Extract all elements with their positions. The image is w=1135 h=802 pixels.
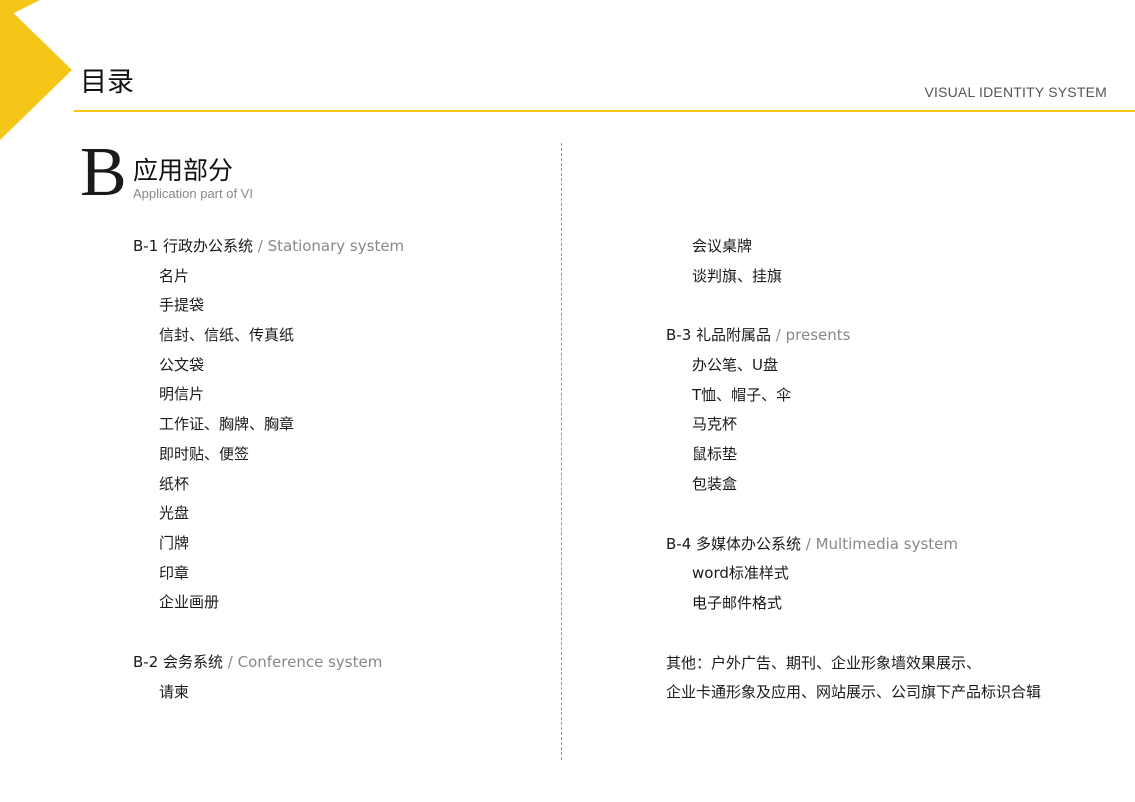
group-other: 其他：户外广告、期刊、企业形象墙效果展示、 企业卡通形象及应用、网站展示、公司旗… bbox=[666, 649, 1041, 708]
list-item: 企业画册 bbox=[159, 593, 220, 612]
group-english: / Multimedia system bbox=[801, 534, 958, 553]
list-item: 请柬 bbox=[159, 682, 190, 701]
column-divider bbox=[561, 143, 562, 760]
list-item: 明信片 bbox=[159, 385, 205, 404]
corner-triangle-fill bbox=[0, 0, 40, 20]
corner-triangle-decoration bbox=[0, 0, 72, 140]
system-label: VISUAL IDENTITY SYSTEM bbox=[924, 84, 1107, 100]
list-item: 纸杯 bbox=[159, 474, 190, 493]
list-item: 门牌 bbox=[159, 533, 190, 552]
group-heading: B-4 多媒体办公系统 / Multimedia system bbox=[666, 530, 1041, 560]
group-english: / presents bbox=[771, 326, 851, 345]
left-column: B-1 行政办公系统 / Stationary system 名片 手提袋 信封… bbox=[133, 232, 404, 737]
group-heading: B-1 行政办公系统 / Stationary system bbox=[133, 232, 404, 262]
list-item: 鼠标垫 bbox=[692, 445, 738, 464]
list-item: 马克杯 bbox=[692, 415, 738, 434]
group-english: / Conference system bbox=[223, 652, 383, 671]
other-text-line: 企业卡通形象及应用、网站展示、公司旗下产品标识合辑 bbox=[666, 683, 1042, 702]
list-item: 光盘 bbox=[159, 504, 190, 523]
list-item: 手提袋 bbox=[159, 296, 205, 315]
list-item: 公文袋 bbox=[159, 355, 205, 374]
list-item: 会议桌牌 bbox=[692, 237, 753, 255]
list-item: word标准样式 bbox=[692, 564, 789, 583]
group-heading: B-3 礼品附属品 / presents bbox=[666, 321, 1041, 351]
list-item: 包装盒 bbox=[692, 474, 738, 493]
group-code: B-3 礼品附属品 bbox=[666, 326, 772, 345]
right-column: 会议桌牌 谈判旗、挂旗 B-3 礼品附属品 / presents 办公笔、U盘 … bbox=[666, 232, 1041, 738]
group-code: B-1 行政办公系统 bbox=[133, 237, 254, 255]
group-heading: B-2 会务系统 / Conference system bbox=[133, 648, 404, 678]
group-b2: B-2 会务系统 / Conference system 请柬 bbox=[133, 648, 404, 707]
section-letter: B bbox=[80, 134, 127, 211]
group-b3: B-3 礼品附属品 / presents 办公笔、U盘 T恤、帽子、伞 马克杯 … bbox=[666, 321, 1041, 499]
group-b4: B-4 多媒体办公系统 / Multimedia system word标准样式… bbox=[666, 530, 1041, 619]
group-english: / Stationary system bbox=[253, 237, 405, 255]
list-item: 谈判旗、挂旗 bbox=[692, 266, 783, 285]
page-title: 目录 bbox=[80, 67, 134, 98]
header-divider-line bbox=[74, 110, 1135, 112]
group-b1: B-1 行政办公系统 / Stationary system 名片 手提袋 信封… bbox=[133, 232, 404, 618]
group-code: B-4 多媒体办公系统 bbox=[666, 534, 802, 553]
list-item: 工作证、胸牌、胸章 bbox=[159, 415, 295, 434]
group-code: B-2 会务系统 bbox=[133, 652, 224, 671]
other-text-line: 其他：户外广告、期刊、企业形象墙效果展示、 bbox=[666, 653, 982, 672]
list-item: 即时贴、便签 bbox=[159, 444, 250, 463]
list-item: 办公笔、U盘 bbox=[692, 356, 778, 375]
section-title: 应用部分 bbox=[133, 156, 234, 185]
list-item: 名片 bbox=[159, 266, 190, 285]
group-b2-continued: 会议桌牌 谈判旗、挂旗 bbox=[666, 232, 1041, 291]
list-item: 电子邮件格式 bbox=[692, 593, 783, 612]
list-item: 信封、信纸、传真纸 bbox=[159, 326, 295, 345]
list-item: 印章 bbox=[159, 563, 190, 582]
section-subtitle: Application part of VI bbox=[133, 186, 253, 201]
list-item: T恤、帽子、伞 bbox=[692, 385, 792, 404]
